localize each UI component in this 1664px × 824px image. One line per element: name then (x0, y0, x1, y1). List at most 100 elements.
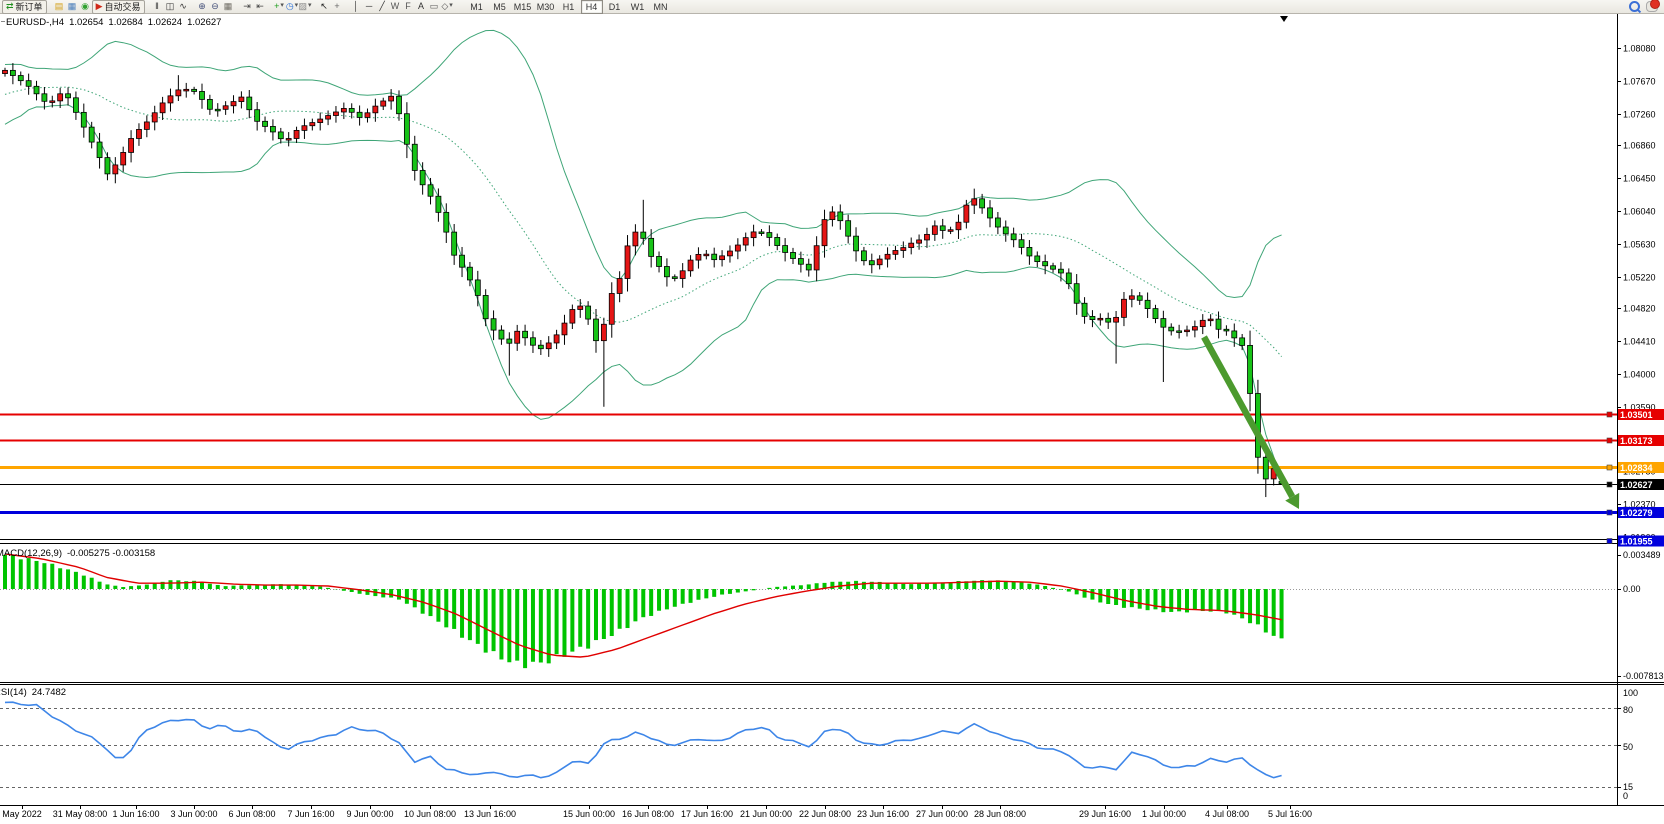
periods-icon-glyph: ◷ (286, 0, 294, 12)
templates-icon[interactable]: ▨▾ (299, 0, 312, 12)
templates-icon-caret: ▾ (308, 0, 312, 12)
bollinger-bands (5, 30, 1282, 478)
hline-anchor-1.01955 (1607, 539, 1612, 544)
search-icon[interactable] (1629, 1, 1640, 12)
chart-window-icon[interactable]: ▦ (66, 0, 79, 12)
autotrade-button-label: 自动交易 (104, 0, 140, 13)
chart-symbol-period: EURUSD-,H4 (6, 17, 64, 28)
bar-open: 1.02654 (69, 17, 103, 28)
macd-name: MACD(12,26,9) (0, 548, 62, 559)
svg-text:1 Jul 00:00: 1 Jul 00:00 (1142, 809, 1186, 819)
crosshair-icon[interactable]: + (331, 0, 344, 12)
time-axis: May 202231 May 08:001 Jun 16:003 Jun 00:… (2, 805, 1312, 819)
bollinger-lower (5, 105, 1282, 479)
hline-anchor-1.02834 (1607, 465, 1612, 470)
autotrade-button[interactable]: ▶自动交易 (92, 0, 145, 14)
svg-text:5 Jul 16:00: 5 Jul 16:00 (1268, 809, 1312, 819)
svg-text:0: 0 (1623, 791, 1628, 801)
auto-scroll-icon-glyph: ⇥ (243, 0, 251, 12)
svg-text:31 May 08:00: 31 May 08:00 (53, 809, 108, 819)
chart-shift-icon[interactable]: ⇤ (254, 0, 267, 12)
text-label-icon-glyph: A (418, 0, 424, 12)
horizontal-line-icon[interactable]: ─ (363, 0, 376, 12)
zoom-in-icon[interactable]: ⊕ (196, 0, 209, 12)
toolbar-buttons: ⇄新订单▤▦◉▶自动交易ǁ◫∿⊕⊖▦⇥⇤+▾◷▾▨▾↖+│─╱WFA▭◇▾ (2, 0, 460, 14)
hline-anchor-1.02627 (1607, 482, 1612, 487)
svg-text:50: 50 (1623, 742, 1633, 752)
rect-label-icon[interactable]: ▭ (428, 0, 441, 12)
svg-text:28 Jun 08:00: 28 Jun 08:00 (974, 809, 1026, 819)
bar-chart-icon-glyph: ǁ (155, 0, 159, 12)
new-order-button-label: 新订单 (16, 0, 43, 13)
timeframe-mn[interactable]: MN (650, 0, 672, 14)
chart-title: EURUSD-,H41.026541.026841.026241.02627 (6, 17, 226, 28)
candlestick-chart-icon[interactable]: ◫ (164, 0, 177, 12)
indicators-add-icon[interactable]: +▾ (273, 0, 286, 12)
toolbar: ⇄新订单▤▦◉▶自动交易ǁ◫∿⊕⊖▦⇥⇤+▾◷▾▨▾↖+│─╱WFA▭◇▾ M1… (0, 0, 1664, 14)
timeframe-h1[interactable]: H1 (558, 0, 580, 14)
svg-text:7 Jun 16:00: 7 Jun 16:00 (287, 809, 334, 819)
svg-text:27 Jun 00:00: 27 Jun 00:00 (916, 809, 968, 819)
svg-text:1.08080: 1.08080 (1623, 44, 1656, 54)
shapes-icon-glyph: ◇ (441, 0, 448, 12)
bar-close: 1.02627 (187, 17, 221, 28)
cursor-icon[interactable]: ↖ (318, 0, 331, 12)
timeframe-group: M1M5M15M30H1H4D1W1MN (466, 0, 672, 14)
indicators-add-icon-caret: ▾ (280, 0, 284, 12)
svg-text:1.04820: 1.04820 (1623, 304, 1656, 314)
timeframe-m5[interactable]: M5 (489, 0, 511, 14)
line-chart-icon-glyph: ∿ (179, 0, 187, 12)
price-label-1.01955: 1.01955 (1620, 537, 1653, 547)
timeframe-h4[interactable]: H4 (581, 0, 603, 14)
rsi-value: 24.7482 (32, 687, 66, 698)
autotrade-glyph: ▶ (96, 1, 103, 12)
timeframe-m30[interactable]: M30 (535, 0, 557, 14)
zoom-out-icon[interactable]: ⊖ (209, 0, 222, 12)
notifications-icon[interactable] (1646, 1, 1658, 12)
svg-text:4 Jul 08:00: 4 Jul 08:00 (1205, 809, 1249, 819)
price-label-1.02627: 1.02627 (1620, 480, 1653, 490)
trendline-icon[interactable]: ╱ (376, 0, 389, 12)
bar-chart-icon[interactable]: ǁ (151, 0, 164, 12)
timeframe-m1[interactable]: M1 (466, 0, 488, 14)
new-order-glyph: ⇄ (6, 1, 14, 12)
panel-separators[interactable] (0, 540, 1664, 806)
main-pane (0, 30, 1617, 541)
svg-text:23 Jun 16:00: 23 Jun 16:00 (857, 809, 909, 819)
svg-text:1.06860: 1.06860 (1623, 141, 1656, 151)
tile-windows-icon-glyph: ▦ (224, 0, 233, 12)
horizontal-lines[interactable] (0, 415, 1617, 542)
svg-text:10 Jun 08:00: 10 Jun 08:00 (404, 809, 456, 819)
hline-anchor-1.03501 (1607, 412, 1612, 417)
text-label-icon[interactable]: A (415, 0, 428, 12)
title-marker (1, 21, 5, 22)
new-order-button[interactable]: ⇄新订单 (2, 0, 47, 14)
signal-icon[interactable]: ◉ (79, 0, 92, 12)
svg-text:100: 100 (1623, 688, 1638, 698)
price-chart[interactable]: 1.080801.076701.072601.068601.064501.060… (0, 0, 1664, 824)
svg-text:17 Jun 16:00: 17 Jun 16:00 (681, 809, 733, 819)
svg-text:1.04410: 1.04410 (1623, 337, 1656, 347)
line-chart-icon[interactable]: ∿ (177, 0, 190, 12)
price-line-labels[interactable]: 1.035011.031731.028341.026271.022791.019… (1607, 409, 1664, 547)
fibonacci-icon[interactable]: F (402, 0, 415, 12)
chart-shift-marker[interactable] (1280, 16, 1288, 22)
shapes-icon[interactable]: ◇▾ (441, 0, 454, 12)
timeframe-d1[interactable]: D1 (604, 0, 626, 14)
timeframe-m15[interactable]: M15 (512, 0, 534, 14)
vertical-line-icon[interactable]: │ (350, 0, 363, 12)
shapes-icon-caret: ▾ (449, 0, 453, 12)
timeframe-w1[interactable]: W1 (627, 0, 649, 14)
bar-low: 1.02624 (148, 17, 182, 28)
rsi-panel: 1008050150 (0, 688, 1638, 801)
price-label-1.02834: 1.02834 (1620, 463, 1653, 473)
market-watch-icon[interactable]: ▤ (53, 0, 66, 12)
tile-windows-icon[interactable]: ▦ (222, 0, 235, 12)
periods-icon[interactable]: ◷▾ (286, 0, 299, 12)
zoom-out-icon-glyph: ⊖ (211, 0, 219, 12)
candles-layer (3, 63, 1285, 497)
elliott-wave-icon[interactable]: W (389, 0, 402, 12)
svg-text:-0.007813: -0.007813 (1623, 671, 1664, 681)
svg-text:13 Jun 16:00: 13 Jun 16:00 (464, 809, 516, 819)
auto-scroll-icon[interactable]: ⇥ (241, 0, 254, 12)
